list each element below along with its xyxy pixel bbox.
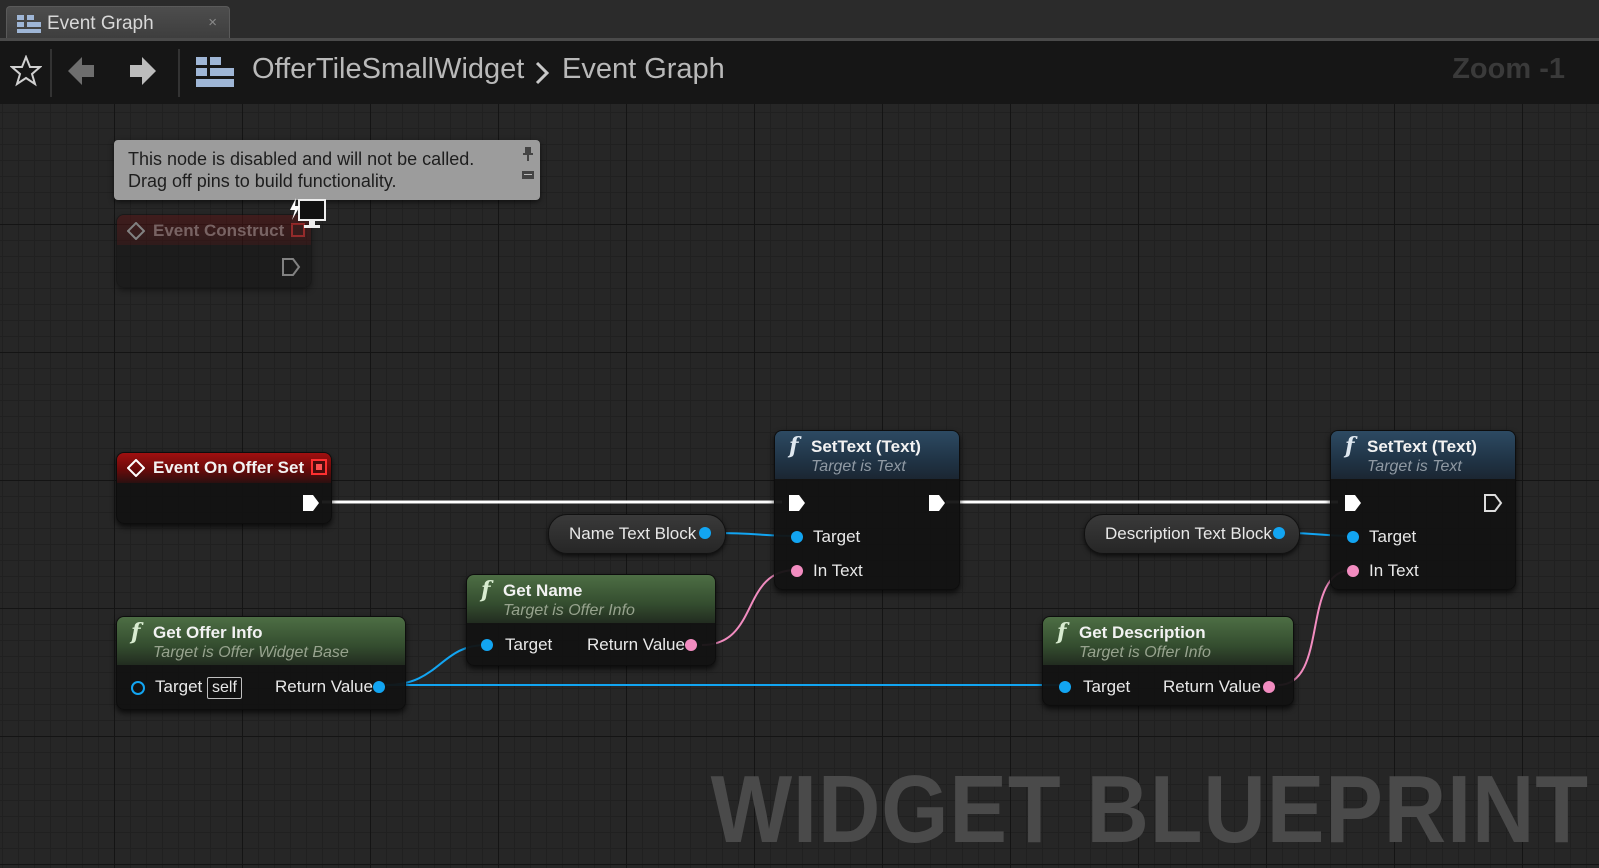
toolbar-separator [50, 49, 52, 97]
pin-label: Return Value [587, 635, 685, 654]
zoom-level: Zoom -1 [1452, 53, 1565, 85]
delegate-pin-icon[interactable] [311, 459, 327, 480]
target-pin[interactable] [791, 531, 803, 543]
target-pin[interactable] [481, 639, 493, 651]
star-icon[interactable] [9, 54, 43, 92]
exec-out-pin[interactable] [927, 493, 947, 518]
variable-label: Description Text Block [1105, 524, 1272, 543]
variable-label: Name Text Block [569, 524, 697, 543]
in-text-pin[interactable] [1347, 565, 1359, 577]
disabled-node-comment: This node is disabled and will not be ca… [114, 140, 540, 200]
pin-label: Target [1369, 527, 1417, 546]
function-icon: f [481, 577, 491, 603]
event-diamond-icon [126, 221, 146, 245]
chevron-right-icon [534, 61, 550, 90]
return-value-pin[interactable] [1263, 681, 1275, 693]
comment-bubble-icon[interactable] [522, 164, 534, 186]
node-subtitle: Target is Text [811, 458, 906, 475]
in-text-pin[interactable] [791, 565, 803, 577]
node-title: Get Name [503, 581, 583, 600]
get-name-node[interactable]: f Get Name Target is Offer Info Target R… [466, 574, 716, 666]
target-pin[interactable] [131, 681, 145, 695]
pin-label: In Text [813, 561, 863, 580]
event-diamond-icon [126, 458, 146, 482]
node-subtitle: Target is Offer Widget Base [153, 644, 349, 661]
comment-line: This node is disabled and will not be ca… [128, 149, 475, 169]
comment-line: Drag off pins to build functionality. [128, 171, 397, 191]
variable-out-pin[interactable] [1273, 527, 1285, 539]
node-title: Event On Offer Set [153, 458, 305, 477]
event-on-offer-set-node[interactable]: Event On Offer Set [116, 452, 332, 524]
pin-label: Target [155, 677, 203, 696]
monitor-icon [290, 198, 330, 237]
return-value-pin[interactable] [373, 681, 385, 693]
node-title: Event Construct [153, 221, 285, 240]
close-icon[interactable]: × [208, 14, 217, 31]
settext-node[interactable]: f SetText (Text) Target is Text Target I… [774, 430, 960, 590]
function-icon: f [789, 433, 799, 459]
function-icon: f [131, 619, 141, 645]
node-title: SetText (Text) [811, 437, 921, 456]
exec-out-pin[interactable] [1483, 493, 1503, 518]
graph-canvas[interactable]: WIDGET BLUEPRINT This node is disabled a… [0, 104, 1599, 868]
event-construct-node[interactable]: Event Construct [116, 214, 312, 288]
target-pin[interactable] [1059, 681, 1071, 693]
node-subtitle: Target is Text [1367, 458, 1462, 475]
tab-bar: Event Graph × [0, 0, 1599, 41]
function-icon: f [1345, 433, 1355, 459]
pin-icon[interactable] [522, 144, 534, 166]
blueprint-icon [196, 57, 234, 92]
node-title: Get Description [1079, 623, 1206, 642]
node-title: Get Offer Info [153, 623, 263, 642]
breadcrumb-event-graph[interactable]: Event Graph [562, 53, 725, 86]
return-value-pin[interactable] [685, 639, 697, 651]
pin-label: In Text [1369, 561, 1419, 580]
exec-in-pin[interactable] [787, 493, 807, 518]
breadcrumb-widget[interactable]: OfferTileSmallWidget [252, 53, 524, 86]
variable-out-pin[interactable] [699, 527, 711, 539]
pin-label: Return Value [275, 677, 373, 696]
pin-label: Return Value [1163, 677, 1261, 696]
get-offer-info-node[interactable]: f Get Offer Info Target is Offer Widget … [116, 616, 406, 710]
back-arrow-icon[interactable] [66, 55, 96, 92]
pin-label: Target [813, 527, 861, 546]
node-title: SetText (Text) [1367, 437, 1477, 456]
graph-toolbar: OfferTileSmallWidget Event Graph Zoom -1 [0, 41, 1599, 104]
exec-out-pin[interactable] [281, 257, 301, 282]
function-icon: f [1057, 619, 1067, 645]
tab-title: Event Graph [47, 13, 154, 34]
settext-node[interactable]: f SetText (Text) Target is Text Target I… [1330, 430, 1516, 590]
target-pin[interactable] [1347, 531, 1359, 543]
self-default-value[interactable]: self [207, 677, 242, 699]
node-subtitle: Target is Offer Info [503, 602, 635, 619]
exec-in-pin[interactable] [1343, 493, 1363, 518]
graph-icon [17, 15, 41, 38]
get-description-node[interactable]: f Get Description Target is Offer Info T… [1042, 616, 1294, 706]
description-text-block-variable[interactable]: Description Text Block [1084, 514, 1300, 554]
name-text-block-variable[interactable]: Name Text Block [548, 514, 726, 554]
exec-out-pin[interactable] [301, 493, 321, 518]
pin-label: Target [505, 635, 553, 654]
pin-label: Target [1083, 677, 1131, 696]
toolbar-separator [178, 49, 180, 97]
tab-event-graph[interactable]: Event Graph × [6, 6, 230, 40]
forward-arrow-icon[interactable] [128, 55, 158, 92]
node-subtitle: Target is Offer Info [1079, 644, 1211, 661]
